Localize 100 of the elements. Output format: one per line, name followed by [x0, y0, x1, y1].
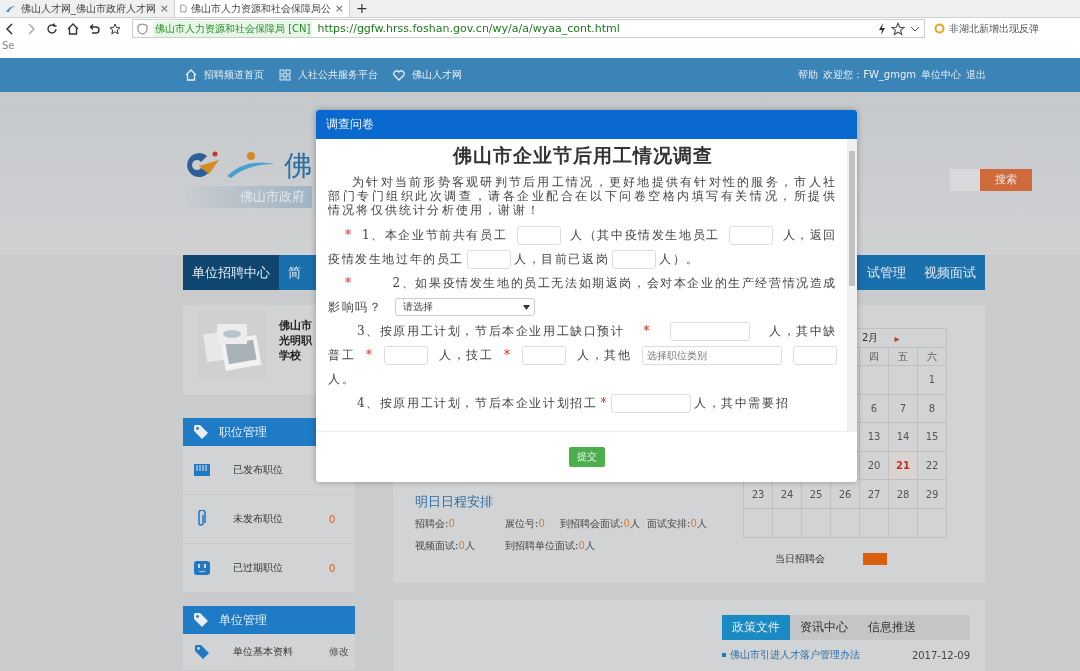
- submit-button[interactable]: 提交: [568, 447, 605, 467]
- new-tab-button[interactable]: +: [350, 0, 374, 17]
- edit-link[interactable]: 修改: [329, 645, 349, 659]
- nav-tab[interactable]: 视频面试: [915, 255, 985, 290]
- nav-tab[interactable]: 试管理: [858, 255, 915, 290]
- question-text: 人，目前已返岗: [514, 250, 610, 268]
- news-tab[interactable]: 信息推送: [858, 615, 926, 640]
- calendar-day[interactable]: 15: [918, 423, 947, 452]
- news-tab[interactable]: 政策文件: [722, 615, 790, 640]
- item-label: 已发布职位: [233, 463, 284, 477]
- news-tab[interactable]: 资讯中心: [790, 615, 858, 640]
- site-badge: 佛山市人力资源和社会保障局 [CN]: [153, 20, 313, 37]
- browser-tab[interactable]: 佛山市人力资源和社会保障局公 ×: [175, 0, 350, 17]
- calendar-day[interactable]: 13: [860, 423, 889, 452]
- dialog-title: 调查问卷: [316, 110, 857, 139]
- calendar-day[interactable]: 6: [860, 394, 889, 424]
- survey-heading: 佛山市企业节后用工情况调查: [451, 143, 714, 168]
- section-title: 单位管理: [219, 611, 267, 629]
- calendar-day[interactable]: 8: [918, 394, 947, 424]
- help-link[interactable]: 帮助: [798, 68, 819, 82]
- question-text: 疫情发生地过年的员工: [328, 250, 464, 268]
- header-link[interactable]: 招聘频道首页: [204, 68, 264, 82]
- number-field[interactable]: [516, 225, 561, 245]
- news-link[interactable]: 佛山市引进人才落户管理办法: [730, 648, 908, 662]
- calendar-day[interactable]: 14: [889, 423, 918, 452]
- sidebar-item[interactable]: 已过期职位 0: [183, 544, 355, 593]
- weekday-label: 四: [860, 348, 889, 366]
- schedule-title: 明日日程安排: [415, 493, 494, 511]
- company-name: 光明职: [279, 333, 312, 348]
- calendar-day[interactable]: 21: [889, 451, 918, 481]
- search-button[interactable]: 搜索: [980, 168, 1032, 191]
- search-field[interactable]: [950, 168, 980, 191]
- nav-tab[interactable]: 单位招聘中心: [183, 255, 279, 290]
- scrollbar[interactable]: [847, 139, 857, 431]
- schedule-stat: 招聘会:0: [415, 517, 456, 531]
- number-field[interactable]: [793, 345, 837, 365]
- calendar-day[interactable]: 7: [889, 394, 918, 424]
- sidebar-item[interactable]: 单位基本资料 修改: [183, 634, 355, 671]
- calendar-day[interactable]: 22: [918, 451, 947, 481]
- required-mark: *: [600, 396, 609, 410]
- bookmark-item[interactable]: Se: [2, 40, 15, 51]
- question-text: 人。: [328, 370, 356, 388]
- item-label: 未发布职位: [233, 512, 284, 526]
- next-month-arrow[interactable]: ▸: [894, 332, 900, 344]
- question-text: 3、按原用工计划，节后本企业用工缺口预计: [357, 322, 625, 340]
- tag-icon: [193, 612, 209, 628]
- question-text: 4、按原用工计划，节后本企业计划招工: [357, 394, 598, 412]
- question-text: 人，其他: [577, 346, 632, 364]
- news-date: 2017-12-09: [911, 649, 970, 661]
- logout-link[interactable]: 退出: [966, 68, 986, 82]
- search-icon: [934, 23, 945, 34]
- calendar-day[interactable]: 29: [918, 480, 947, 509]
- question-text: 人，技工: [438, 346, 494, 364]
- question-text: 1、本企业节前共有员工: [362, 226, 508, 244]
- search-field[interactable]: 非湖北新增出现反弹: [934, 20, 1080, 37]
- home-icon[interactable]: [67, 22, 79, 35]
- url-text: https://ggfw.hrss.foshan.gov.cn/wy/a/a/wyaa_cont.html: [317, 22, 620, 35]
- number-field[interactable]: [729, 225, 774, 245]
- close-icon[interactable]: ×: [159, 2, 169, 15]
- address-field[interactable]: 佛山市人力资源和社会保障局 [CN] https://ggfw.hrss.foshan.gov.cn/wy/a/a/wyaa_cont.html: [132, 19, 925, 38]
- question-text: 普工: [328, 346, 356, 364]
- item-label: 单位基本资料: [233, 645, 294, 659]
- star-icon[interactable]: [109, 22, 121, 35]
- reload-icon[interactable]: [46, 22, 58, 35]
- calendar-month: 2月: [862, 331, 879, 345]
- number-field[interactable]: [611, 393, 692, 413]
- number-field[interactable]: [612, 249, 657, 269]
- required-mark: *: [643, 324, 652, 338]
- category-field[interactable]: 选择职位类别: [642, 345, 783, 365]
- calendar-day[interactable]: 28: [889, 480, 918, 509]
- header-link[interactable]: 人社公共服务平台: [298, 68, 378, 82]
- keyboard-icon: [193, 463, 211, 477]
- schedule-stat: 到招聘单位面试:0人: [505, 539, 596, 553]
- number-field[interactable]: [670, 321, 751, 341]
- calendar-day[interactable]: 27: [860, 480, 889, 509]
- forward-icon[interactable]: [25, 22, 37, 35]
- company-name: 学校: [279, 348, 302, 363]
- caret-icon: [523, 304, 531, 310]
- shield-icon: [137, 22, 148, 35]
- weekday-label: 六: [918, 348, 947, 366]
- close-icon[interactable]: ×: [334, 2, 344, 15]
- back-icon[interactable]: [4, 22, 16, 35]
- tag-icon: [193, 644, 211, 660]
- page-icon: [180, 3, 187, 14]
- sidebar-item[interactable]: 未发布职位 0: [183, 495, 355, 544]
- lightning-icon[interactable]: [878, 22, 886, 35]
- unit-center-link[interactable]: 单位中心: [921, 68, 961, 82]
- company-name: 佛山市: [279, 318, 312, 333]
- select-dropdown[interactable]: 请选择: [395, 298, 536, 316]
- number-field[interactable]: [522, 345, 567, 365]
- question-text: 人，其中需要招: [694, 394, 790, 412]
- number-field[interactable]: [384, 345, 429, 365]
- calendar-day[interactable]: 1: [918, 366, 947, 395]
- star-icon[interactable]: [891, 21, 905, 36]
- heart-icon: [393, 69, 405, 81]
- undo-icon[interactable]: [88, 22, 100, 35]
- number-field[interactable]: [467, 249, 511, 269]
- nav-tab[interactable]: 简: [279, 255, 310, 290]
- header-link[interactable]: 佛山人才网: [412, 68, 462, 82]
- required-mark: *: [504, 348, 512, 362]
